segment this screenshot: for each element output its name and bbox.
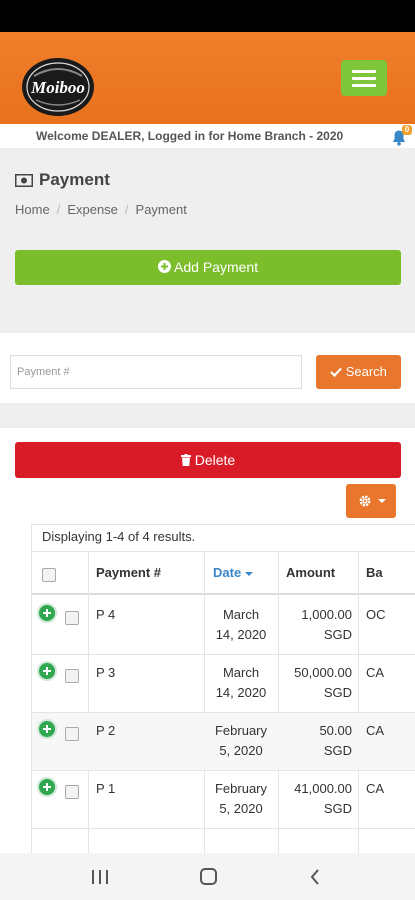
table-row[interactable]: P 4 March 14, 2020 1,000.00 SGD OC	[32, 597, 415, 655]
breadcrumb-expense[interactable]: Expense	[67, 202, 118, 217]
cell-date: March 14, 2020	[204, 605, 278, 645]
table-row[interactable]: P 2 February 5, 2020 50.00 SGD CA	[32, 713, 415, 771]
cell-amount: 41,000.00 SGD	[278, 779, 352, 819]
delete-button-label: Delete	[194, 452, 236, 468]
breadcrumb-separator: /	[124, 202, 129, 217]
check-icon	[330, 367, 342, 378]
cell-date-line: February	[214, 723, 268, 738]
cell-date-line: March	[222, 607, 260, 622]
cell-date: February 5, 2020	[204, 779, 278, 819]
payment-list-panel: Delete Displaying 1-4 of 4 results. Paym…	[0, 428, 415, 853]
cell-amount-value: 41,000.00	[294, 781, 352, 796]
breadcrumb-home[interactable]: Home	[15, 202, 50, 217]
cell-payment[interactable]: P 2	[96, 721, 115, 741]
row-checkbox[interactable]	[65, 611, 79, 625]
row-checkbox[interactable]	[65, 727, 79, 741]
welcome-text: Welcome DEALER, Logged in for Home Branc…	[36, 129, 344, 143]
cell-amount: 50,000.00 SGD	[278, 663, 352, 703]
plus-circle-icon	[157, 260, 171, 273]
grid-summary: Displaying 1-4 of 4 results.	[42, 529, 196, 544]
cell-date-line: 5, 2020	[219, 801, 263, 816]
table-row[interactable]: P 3 March 14, 2020 50,000.00 SGD CA	[32, 655, 415, 713]
cell-amount-currency: SGD	[323, 801, 352, 816]
expand-row-icon[interactable]	[37, 661, 57, 681]
breadcrumb-separator: /	[56, 202, 61, 217]
back-icon[interactable]	[310, 869, 320, 885]
cell-date-line: March	[222, 665, 260, 680]
breadcrumb-payment: Payment	[135, 202, 187, 217]
sort-desc-icon	[245, 571, 254, 576]
breadcrumb: Home / Expense / Payment	[15, 202, 187, 217]
cell-amount-value: 1,000.00	[301, 607, 352, 622]
column-header-bank[interactable]: Ba	[366, 565, 383, 580]
expand-row-icon[interactable]	[37, 777, 57, 797]
trash-icon	[180, 454, 191, 466]
delete-button[interactable]: Delete	[15, 442, 401, 478]
cell-date-line: 14, 2020	[215, 685, 267, 700]
column-header-amount[interactable]: Amount	[286, 565, 335, 580]
cell-date-line: 14, 2020	[215, 627, 267, 642]
cell-amount-currency: SGD	[323, 685, 352, 700]
cell-bank: CA	[366, 723, 385, 738]
cell-amount: 1,000.00 SGD	[278, 605, 352, 645]
cell-payment[interactable]: P 3	[96, 663, 115, 683]
add-payment-label: Add Payment	[174, 259, 259, 275]
column-header-date[interactable]: Date	[213, 565, 254, 580]
search-panel: Payment # Search	[0, 333, 415, 403]
gear-icon	[359, 495, 371, 507]
status-bar	[0, 0, 415, 32]
home-icon[interactable]	[200, 868, 217, 885]
table-row[interactable]: P 1 February 5, 2020 41,000.00 SGD CA	[32, 771, 415, 829]
cell-date: February 5, 2020	[204, 721, 278, 761]
chevron-down-icon	[378, 499, 386, 503]
recents-icon[interactable]	[92, 870, 108, 884]
cell-bank: OC	[366, 607, 386, 622]
expand-row-icon[interactable]	[37, 719, 57, 739]
add-payment-button[interactable]: Add Payment	[15, 250, 401, 285]
row-checkbox[interactable]	[65, 669, 79, 683]
payment-grid: Displaying 1-4 of 4 results. Payment # D…	[31, 524, 415, 853]
app-header: Moiboo	[0, 32, 415, 124]
expand-row-icon[interactable]	[37, 603, 57, 623]
column-header-payment[interactable]: Payment #	[96, 565, 161, 580]
cell-payment[interactable]: P 1	[96, 779, 115, 799]
cell-bank: CA	[366, 781, 385, 796]
column-header-date-label: Date	[213, 565, 242, 580]
cell-amount-value: 50.00	[319, 723, 352, 738]
money-icon	[15, 173, 33, 187]
hamburger-menu-button[interactable]	[341, 60, 387, 96]
grid-settings-button[interactable]	[346, 484, 396, 518]
notification-badge: 0	[402, 125, 412, 135]
cell-amount-value: 50,000.00	[294, 665, 352, 680]
welcome-bar: Welcome DEALER, Logged in for Home Branc…	[0, 124, 415, 148]
cell-amount: 50.00 SGD	[278, 721, 352, 761]
svg-text:Moiboo: Moiboo	[30, 78, 85, 97]
cell-bank: CA	[366, 665, 385, 680]
cell-payment[interactable]: P 4	[96, 605, 115, 625]
cell-date-line: 5, 2020	[219, 743, 263, 758]
cell-date: March 14, 2020	[204, 663, 278, 703]
search-button-label: Search	[345, 364, 387, 379]
page-title: Payment	[15, 170, 110, 190]
search-button[interactable]: Search	[316, 355, 401, 389]
row-checkbox[interactable]	[65, 785, 79, 799]
cell-amount-currency: SGD	[323, 743, 352, 758]
cell-amount-currency: SGD	[323, 627, 352, 642]
page-title-text: Payment	[39, 170, 110, 189]
select-all-checkbox[interactable]	[42, 568, 56, 582]
system-nav-bar	[0, 853, 415, 900]
payment-number-input[interactable]: Payment #	[10, 355, 302, 389]
moiboo-logo[interactable]: Moiboo	[20, 56, 96, 118]
cell-date-line: February	[214, 781, 268, 796]
